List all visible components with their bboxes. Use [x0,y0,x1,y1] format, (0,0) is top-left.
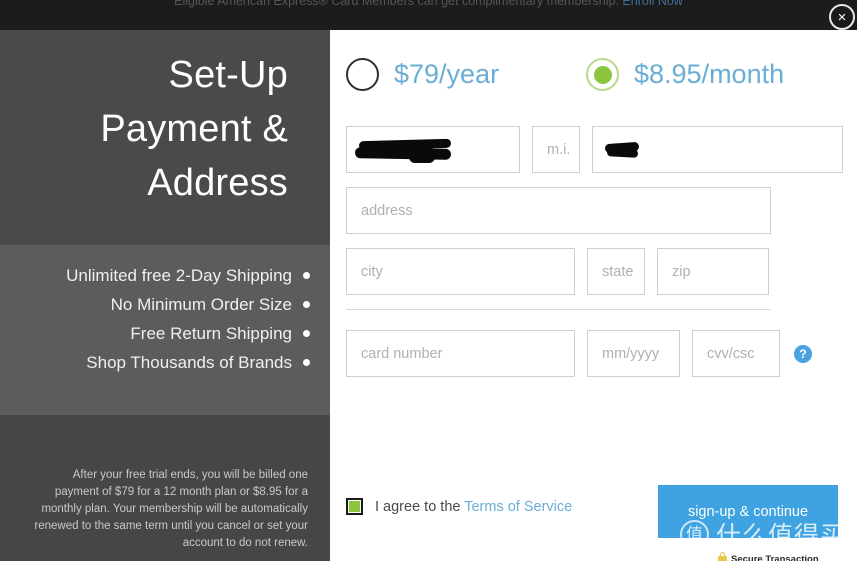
help-icon[interactable]: ? [794,344,812,363]
zip-input[interactable]: zip [657,248,769,295]
checkbox-fill-icon [349,501,360,512]
list-item: No Minimum Order Size [0,290,310,319]
section-divider [346,309,771,310]
billing-disclaimer: After your free trial ends, you will be … [34,469,308,549]
redaction-mark [606,148,639,158]
address-row: address [346,187,843,234]
feature-label: Free Return Shipping [130,323,292,343]
radio-monthly-icon[interactable] [586,58,619,91]
payment-row: card number mm/yyyy cvv/csc ? [346,330,843,377]
page-title-line-3: Address [147,162,288,204]
sidebar: Set-Up Payment & Address Unlimited free … [0,30,330,561]
signup-form: m.i. address city state zip card number … [346,126,843,391]
city-input[interactable]: city [346,248,575,295]
state-input[interactable]: state [587,248,645,295]
cvv-input[interactable]: cvv/csc [692,330,780,377]
plan-label-monthly: $8.95/month [634,59,785,89]
bullet-icon [303,330,310,337]
feature-label: Unlimited free 2-Day Shipping [66,265,292,285]
city-state-zip-row: city state zip [346,248,843,295]
secure-transaction-label: Secure Transaction [731,554,819,561]
two-day-shipping-link[interactable]: 2-Day Shipping [176,266,292,285]
list-item: Shop Thousands of Brands [0,348,310,377]
page-title-line-1: Set-Up [168,54,288,96]
name-row: m.i. [346,126,843,173]
secure-transaction-note: Secure Transaction [718,551,819,561]
page-title: Set-Up Payment & Address [0,48,288,210]
terms-of-service-link[interactable]: Terms of Service [464,499,572,515]
list-item: Unlimited free 2-Day Shipping [0,261,310,290]
plan-selector: $79/year $8.95/month [346,58,841,91]
expiry-input[interactable]: mm/yyyy [587,330,680,377]
list-item: Free Return Shipping [0,319,310,348]
signup-continue-button[interactable]: sign-up & continue [658,485,838,538]
card-number-input[interactable]: card number [346,330,575,377]
form-panel: $79/year $8.95/month m.i. address city s… [330,30,857,561]
terms-agreement[interactable]: I agree to the Terms of Service [346,498,572,515]
radio-yearly-icon[interactable] [346,58,379,91]
close-icon[interactable]: × [829,4,855,30]
feature-label: Shop Thousands of Brands [86,352,292,372]
lock-icon [718,551,727,561]
sidebar-footer: After your free trial ends, you will be … [0,415,330,561]
agree-checkbox[interactable] [346,498,363,515]
bullet-icon [303,301,310,308]
middle-initial-input[interactable]: m.i. [532,126,580,173]
radio-selected-dot [593,65,612,84]
plan-option-monthly[interactable]: $8.95/month [586,58,784,91]
page-title-line-2: Payment & [100,108,288,150]
plan-option-yearly[interactable]: $79/year [346,58,586,91]
feature-label: No Minimum Order Size [110,294,292,314]
last-name-input[interactable] [592,126,843,173]
bullet-icon [303,272,310,279]
promo-banner: Eligible American Express® Card Members … [0,0,857,30]
redaction-mark [409,151,435,163]
promo-banner-text: Eligible American Express® Card Members … [174,0,619,8]
bullet-icon [303,359,310,366]
enroll-now-link[interactable]: Enroll Now [622,0,682,8]
signup-page: Eligible American Express® Card Members … [0,0,857,561]
sidebar-header: Set-Up Payment & Address [0,30,330,245]
first-name-input[interactable] [346,126,520,173]
address-input[interactable]: address [346,187,771,234]
plan-label-yearly: $79/year [394,59,500,89]
agree-label: I agree to the Terms of Service [375,498,573,515]
feature-list: Unlimited free 2-Day Shipping No Minimum… [0,245,330,415]
